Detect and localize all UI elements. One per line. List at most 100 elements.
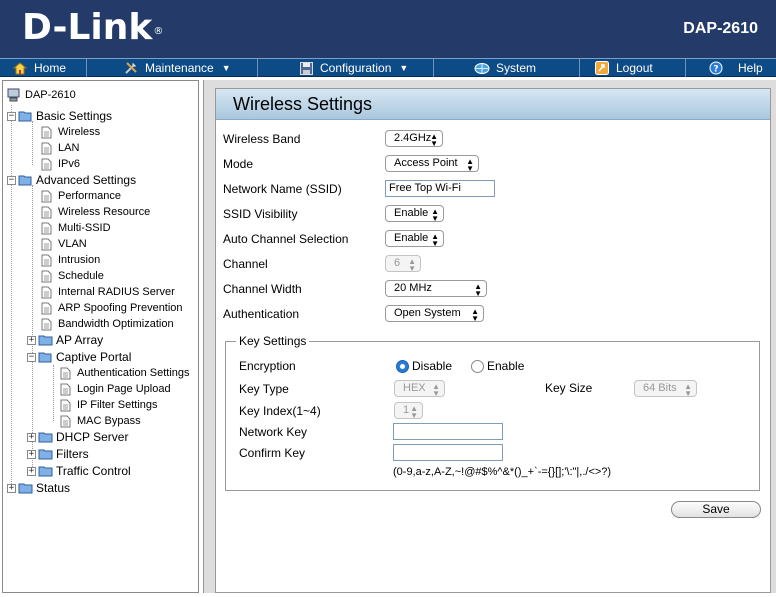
folder-icon xyxy=(18,483,33,494)
menu-logout-label: Logout xyxy=(616,61,653,75)
encryption-enable-radio[interactable] xyxy=(471,360,484,373)
spinner-arrows-icon: ▲ ▼ xyxy=(430,132,438,148)
key-index-value: 1 xyxy=(403,404,410,416)
tree-status-label: Status xyxy=(36,481,71,495)
folder-open-icon xyxy=(38,352,52,363)
channel-width-select[interactable]: 20 MHz ▲ ▼ xyxy=(385,280,487,298)
ssid-visibility-select[interactable]: Enable ▲ ▼ xyxy=(385,205,444,223)
tree-item-multi-ssid[interactable]: Multi-SSID xyxy=(41,220,111,236)
document-icon xyxy=(41,206,52,218)
tree-traffic-control[interactable]: + Traffic Control xyxy=(27,463,131,479)
collapse-icon[interactable]: − xyxy=(7,175,16,185)
tree-advanced-settings[interactable]: − Advanced Settings xyxy=(7,172,136,188)
tree-item-label: Internal RADIUS Server xyxy=(58,286,175,298)
channel-width-label: Channel Width xyxy=(223,282,302,296)
network-key-input[interactable] xyxy=(393,423,503,440)
tree-guide-line xyxy=(11,105,12,490)
mode-select[interactable]: Access Point ▲ ▼ xyxy=(385,155,479,173)
tree-item-vlan[interactable]: VLAN xyxy=(41,236,87,252)
expand-icon[interactable]: + xyxy=(27,335,36,345)
tree-filters-label: Filters xyxy=(56,447,89,461)
menu-home[interactable]: Home xyxy=(0,59,87,77)
tree-basic-settings[interactable]: − Basic Settings xyxy=(7,108,112,124)
tree-captive-portal-label: Captive Portal xyxy=(56,350,132,364)
tree-item-arp-spoofing[interactable]: ARP Spoofing Prevention xyxy=(41,300,183,316)
key-type-label: Key Type xyxy=(239,382,289,396)
tree-status[interactable]: + Status xyxy=(7,480,70,496)
tree-item-label: Wireless xyxy=(58,126,101,138)
menu-home-label: Home xyxy=(34,61,67,75)
encryption-disable-label[interactable]: Disable xyxy=(412,359,452,373)
document-icon xyxy=(41,318,52,330)
ssid-input[interactable]: Free Top Wi-Fi xyxy=(385,180,495,197)
authentication-value: Open System xyxy=(394,307,461,319)
spinner-arrows-icon: ▲ ▼ xyxy=(471,307,479,323)
menu-maintenance[interactable]: Maintenance ▼ xyxy=(87,59,258,77)
key-settings-group: Key Settings Encryption Disable Enable K… xyxy=(225,334,760,491)
tree-item-label: Intrusion xyxy=(58,254,101,266)
chevron-down-icon: ▼ xyxy=(221,63,231,73)
key-settings-legend: Key Settings xyxy=(236,334,310,348)
network-key-label: Network Key xyxy=(239,425,308,439)
menu-logout[interactable]: Logout xyxy=(580,59,686,77)
tree-item-intrusion[interactable]: Intrusion xyxy=(41,252,100,268)
tree-dhcp-server[interactable]: + DHCP Server xyxy=(27,429,128,445)
collapse-icon[interactable]: − xyxy=(7,111,16,121)
confirm-key-input[interactable] xyxy=(393,444,503,461)
tree-item-login-page[interactable]: Login Page Upload xyxy=(60,381,171,397)
tree-item-lan[interactable]: LAN xyxy=(41,140,79,156)
encryption-disable-radio[interactable] xyxy=(396,360,409,373)
document-icon xyxy=(60,367,71,379)
auto-channel-select[interactable]: Enable ▲ ▼ xyxy=(385,230,444,248)
encryption-enable-label[interactable]: Enable xyxy=(487,359,524,373)
tree-item-bandwidth[interactable]: Bandwidth Optimization xyxy=(41,316,174,332)
dlink-logo: D-Link® xyxy=(22,7,164,48)
logout-icon xyxy=(594,61,610,75)
tree-item-label: Wireless Resource xyxy=(58,206,151,218)
expand-icon[interactable]: + xyxy=(27,466,36,476)
authentication-select[interactable]: Open System ▲ ▼ xyxy=(385,305,484,323)
tree-item-wireless-resource[interactable]: Wireless Resource xyxy=(41,204,150,220)
tree-ap-array-label: AP Array xyxy=(56,333,104,347)
menu-system-label: System xyxy=(496,61,537,75)
confirm-key-label: Confirm Key xyxy=(239,446,306,460)
expand-icon[interactable]: + xyxy=(7,483,16,493)
save-button[interactable]: Save xyxy=(671,501,761,518)
tree-ap-array[interactable]: + AP Array xyxy=(27,332,103,348)
tree-filters[interactable]: + Filters xyxy=(27,446,89,462)
tree-root-label: DAP-2610 xyxy=(25,89,76,101)
ssid-visibility-value: Enable xyxy=(394,207,429,219)
tree-item-performance[interactable]: Performance xyxy=(41,188,121,204)
tree-root[interactable]: DAP-2610 xyxy=(7,87,76,103)
spinner-arrows-icon: ▲ ▼ xyxy=(432,382,440,398)
menu-help[interactable]: ? Help xyxy=(686,59,776,77)
menu-configuration[interactable]: Configuration ▼ xyxy=(258,59,434,77)
wireless-band-value: 2.4GHz xyxy=(394,132,432,144)
expand-icon[interactable]: + xyxy=(27,449,36,459)
tree-item-wireless[interactable]: Wireless xyxy=(41,124,100,140)
tree-item-auth-settings[interactable]: Authentication Settings xyxy=(60,365,190,381)
expand-icon[interactable]: + xyxy=(27,432,36,442)
key-charset-hint: (0-9,a-z,A-Z,~!@#$%^&*()_+`-={}[];'\:"|,… xyxy=(393,466,612,478)
wireless-band-label: Wireless Band xyxy=(223,132,301,146)
tree-item-label: MAC Bypass xyxy=(77,415,141,427)
document-icon xyxy=(41,302,52,314)
menu-maintenance-label: Maintenance xyxy=(145,61,214,75)
folder-icon xyxy=(38,335,53,346)
tree-item-mac-bypass[interactable]: MAC Bypass xyxy=(60,413,141,429)
wireless-band-select[interactable]: 2.4GHz ▲ ▼ xyxy=(385,130,443,148)
key-size-value: 64 Bits xyxy=(643,382,677,394)
tree-guide-line xyxy=(53,365,54,421)
menu-system[interactable]: System xyxy=(434,59,580,77)
collapse-icon[interactable]: − xyxy=(27,352,36,362)
tree-item-schedule[interactable]: Schedule xyxy=(41,268,104,284)
tree-item-internal-radius[interactable]: Internal RADIUS Server xyxy=(41,284,175,300)
tree-item-ip-filter[interactable]: IP Filter Settings xyxy=(60,397,158,413)
tree-captive-portal[interactable]: − Captive Portal xyxy=(27,349,131,365)
tree-item-label: Multi-SSID xyxy=(58,222,111,234)
mode-value: Access Point xyxy=(394,157,458,169)
tree-item-ipv6[interactable]: IPv6 xyxy=(41,156,80,172)
navigation-tree: DAP-2610 − Basic Settings Wireless LAN I… xyxy=(2,80,199,593)
document-icon xyxy=(60,383,71,395)
tree-item-label: ARP Spoofing Prevention xyxy=(58,302,183,314)
